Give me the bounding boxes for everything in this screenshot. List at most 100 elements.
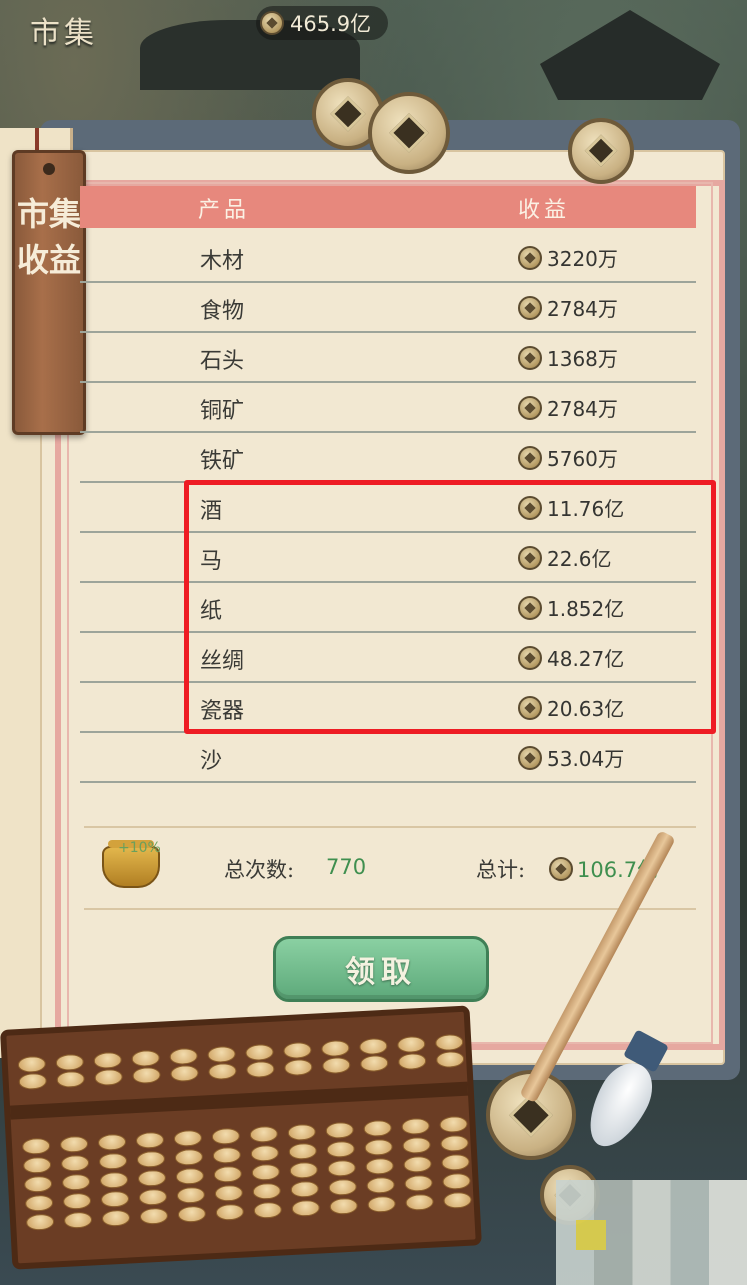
total-count-label: 总次数: [224,858,295,882]
abacus-bead [249,1125,279,1144]
abacus-bead [93,1051,123,1070]
product-name: 铁矿 [200,449,245,474]
product-name: 铜矿 [200,399,245,424]
abacus-bead [435,1050,465,1069]
abacus-bead [321,1056,351,1075]
abacus-bead [359,1054,389,1073]
abacus-bead [138,1188,168,1206]
abacus-bead [283,1058,313,1077]
abacus-bead [252,1182,282,1200]
income-amount: 53.04万 [547,747,625,771]
abacus-bead [401,1117,431,1136]
abacus-bead [367,1195,397,1213]
abacus-bead [364,1138,394,1157]
panel-title: 市集收益 [16,195,81,279]
abacus-bead [24,1194,54,1212]
income-value: 53.04万 [513,743,624,772]
abacus-bead [287,1123,317,1142]
column-header-income: 收益 [518,198,571,223]
abacus-bead [215,1203,245,1221]
abacus-bead [288,1142,318,1161]
table-row: 铜矿 2784万 [80,383,696,433]
product-name: 木材 [200,249,245,274]
income-value: 1368万 [513,343,618,372]
income-amount: 3220万 [547,247,618,271]
abacus-bead [174,1148,204,1167]
table-header: 产品 收益 [80,186,696,228]
abacus-bead [290,1180,320,1198]
abacus-bead [358,1037,388,1056]
abacus-bead [60,1154,90,1172]
abacus-bead [207,1045,236,1064]
abacus-bead [441,1153,470,1172]
coin-icon [518,295,542,320]
currency-amount: 465.9亿 [290,12,372,36]
abacus-decoration [0,1005,482,1270]
abacus-bead [325,1121,355,1140]
coin-icon [518,445,542,470]
abacus-bead [63,1211,93,1229]
table-row: 沙 53.04万 [80,733,696,783]
abacus-bead [136,1150,166,1168]
table-row: 石头 1368万 [80,333,696,383]
abacus-bead [321,1039,350,1058]
income-value: 3220万 [513,243,618,272]
abacus-bead [62,1192,92,1210]
abacus-bead [208,1062,237,1081]
abacus-bead [291,1199,321,1217]
coin-icon [518,345,542,370]
coin-icon [518,245,542,270]
coin-icon [549,857,573,881]
product-name: 沙 [200,749,223,774]
table-row: 食物 2784万 [80,283,696,333]
abacus-bead [246,1060,275,1079]
abacus-bead [131,1049,161,1068]
abacus-bead [94,1068,124,1087]
abacus-bead [135,1131,165,1150]
abacus-bead [173,1129,203,1148]
abacus-bead [59,1135,89,1154]
income-amount: 5760万 [547,447,618,471]
abacus-bead [139,1207,169,1225]
claim-button[interactable]: 领取 [273,936,489,1002]
abacus-bead [212,1146,242,1165]
abacus-bead [98,1152,128,1170]
abacus-bead [443,1191,472,1210]
screen-title: 市集 [30,16,98,51]
blurred-region [556,1180,747,1285]
abacus-bead [327,1159,357,1178]
abacus-bead [289,1161,319,1180]
abacus-bead [439,1115,468,1134]
abacus-bead [251,1163,281,1182]
abacus-bead [21,1137,51,1155]
abacus-bead [99,1171,129,1189]
abacus-bead [363,1119,393,1138]
abacus-bead [250,1144,280,1163]
abacus-bead [101,1209,131,1227]
abacus-bead [329,1197,359,1215]
bonus-badge: +10% [118,840,161,856]
tag-hole [43,163,55,175]
income-value: 5760万 [513,443,618,472]
table-row: 铁矿 5760万 [80,433,696,483]
abacus-bead [61,1173,91,1191]
decor-coin-icon [568,118,634,184]
abacus-bead [403,1155,433,1174]
abacus-bead [97,1133,127,1152]
currency-display: 465.9亿 [256,6,388,40]
column-header-product: 产品 [198,198,251,223]
income-amount: 1368万 [547,347,618,371]
abacus-bead [56,1070,86,1089]
table-row: 木材 3220万 [80,233,696,283]
abacus-bead [55,1053,85,1072]
product-name: 石头 [200,349,245,374]
abacus-bead [175,1167,205,1185]
abacus-bead [169,1047,199,1066]
abacus-bead [22,1156,52,1174]
abacus-bead [442,1172,471,1191]
abacus-bead [17,1055,47,1074]
abacus-bead [404,1174,433,1193]
abacus-bead [177,1205,207,1223]
coin-icon [260,11,284,35]
abacus-bead [396,1035,426,1054]
